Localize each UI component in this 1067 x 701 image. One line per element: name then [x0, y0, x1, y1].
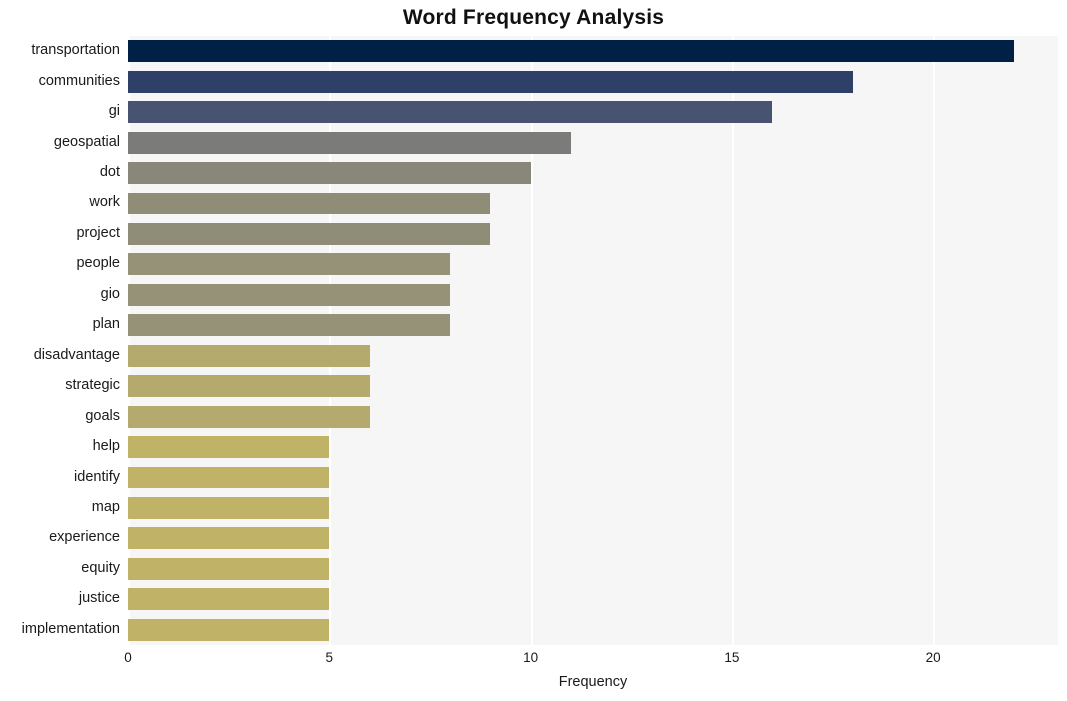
- bar-row[interactable]: [128, 497, 1058, 519]
- y-tick-label-dot: dot: [99, 164, 120, 181]
- y-tick-label-identify: identify: [74, 468, 120, 485]
- bar-row[interactable]: [128, 466, 1058, 489]
- y-tick-label-geospatial: geospatial: [53, 133, 120, 150]
- x-tick-label-20: 20: [925, 650, 941, 665]
- bar-justice[interactable]: [128, 588, 330, 611]
- bar-row[interactable]: [128, 162, 1058, 184]
- y-tick-label-help: help: [92, 438, 120, 455]
- x-tick-label-10: 10: [523, 650, 539, 665]
- x-tick-label-0: 0: [124, 650, 132, 665]
- plot-area: [128, 36, 1058, 645]
- bar-row[interactable]: [128, 131, 1058, 154]
- y-tick-label-strategic: strategic: [65, 377, 120, 394]
- bar-row[interactable]: [128, 405, 1058, 428]
- bar-disadvantage[interactable]: [128, 344, 370, 367]
- chart-title: Word Frequency Analysis: [402, 6, 665, 29]
- bar-row[interactable]: [128, 40, 1058, 63]
- bar-identify[interactable]: [128, 466, 330, 489]
- bar-row[interactable]: [128, 70, 1058, 93]
- bar-row[interactable]: [128, 557, 1058, 580]
- bar-plan[interactable]: [128, 314, 451, 337]
- bar-people[interactable]: [128, 253, 451, 276]
- bar-implementation[interactable]: [128, 618, 330, 641]
- bar-map[interactable]: [128, 497, 330, 519]
- bar-goals[interactable]: [128, 405, 370, 428]
- bar-transportation[interactable]: [128, 40, 1014, 63]
- y-tick-label-equity: equity: [81, 559, 120, 576]
- y-tick-label-disadvantage: disadvantage: [33, 346, 120, 363]
- y-tick-label-justice: justice: [78, 590, 120, 607]
- y-tick-label-map: map: [91, 498, 120, 515]
- bar-row[interactable]: [128, 436, 1058, 459]
- bar-row[interactable]: [128, 192, 1058, 215]
- bar-row[interactable]: [128, 253, 1058, 276]
- bar-row[interactable]: [128, 618, 1058, 641]
- y-tick-label-experience: experience: [49, 529, 120, 546]
- bar-row[interactable]: [128, 588, 1058, 611]
- bar-dot[interactable]: [128, 162, 531, 184]
- x-tick-label-15: 15: [724, 650, 740, 665]
- x-tick-label-5: 5: [325, 650, 334, 665]
- y-tick-label-transportation: transportation: [31, 42, 120, 59]
- y-tick-label-communities: communities: [38, 72, 120, 89]
- y-tick-label-people: people: [76, 255, 120, 272]
- word-frequency-chart: Word Frequency Analysis transportation co…: [0, 0, 1067, 701]
- y-tick-label-goals: goals: [85, 407, 120, 424]
- bar-gi[interactable]: [128, 101, 773, 124]
- bar-strategic[interactable]: [128, 375, 370, 398]
- bar-help[interactable]: [128, 436, 330, 459]
- y-tick-label-work: work: [89, 194, 120, 211]
- y-axis-tick-labels: transportation communities gi geospatial dot…: [0, 36, 120, 645]
- bar-communities[interactable]: [128, 70, 853, 93]
- bar-row[interactable]: [128, 222, 1058, 245]
- bar-work[interactable]: [128, 192, 491, 215]
- y-tick-label-implementation: implementation: [21, 620, 120, 637]
- bar-experience[interactable]: [128, 527, 330, 550]
- bar-row[interactable]: [128, 527, 1058, 550]
- x-axis-title: Frequency: [558, 674, 628, 690]
- y-tick-label-gi: gi: [108, 103, 120, 120]
- bar-gio[interactable]: [128, 283, 451, 306]
- bar-row[interactable]: [128, 375, 1058, 398]
- bar-row[interactable]: [128, 314, 1058, 337]
- bar-row[interactable]: [128, 101, 1058, 124]
- bar-equity[interactable]: [128, 557, 330, 580]
- bar-geospatial[interactable]: [128, 131, 571, 154]
- bar-row[interactable]: [128, 283, 1058, 306]
- bars-layer: [128, 36, 1058, 645]
- y-tick-label-project: project: [76, 224, 120, 241]
- y-tick-label-plan: plan: [92, 316, 120, 333]
- y-tick-label-gio: gio: [100, 285, 120, 302]
- bar-row[interactable]: [128, 344, 1058, 367]
- bar-project[interactable]: [128, 222, 491, 245]
